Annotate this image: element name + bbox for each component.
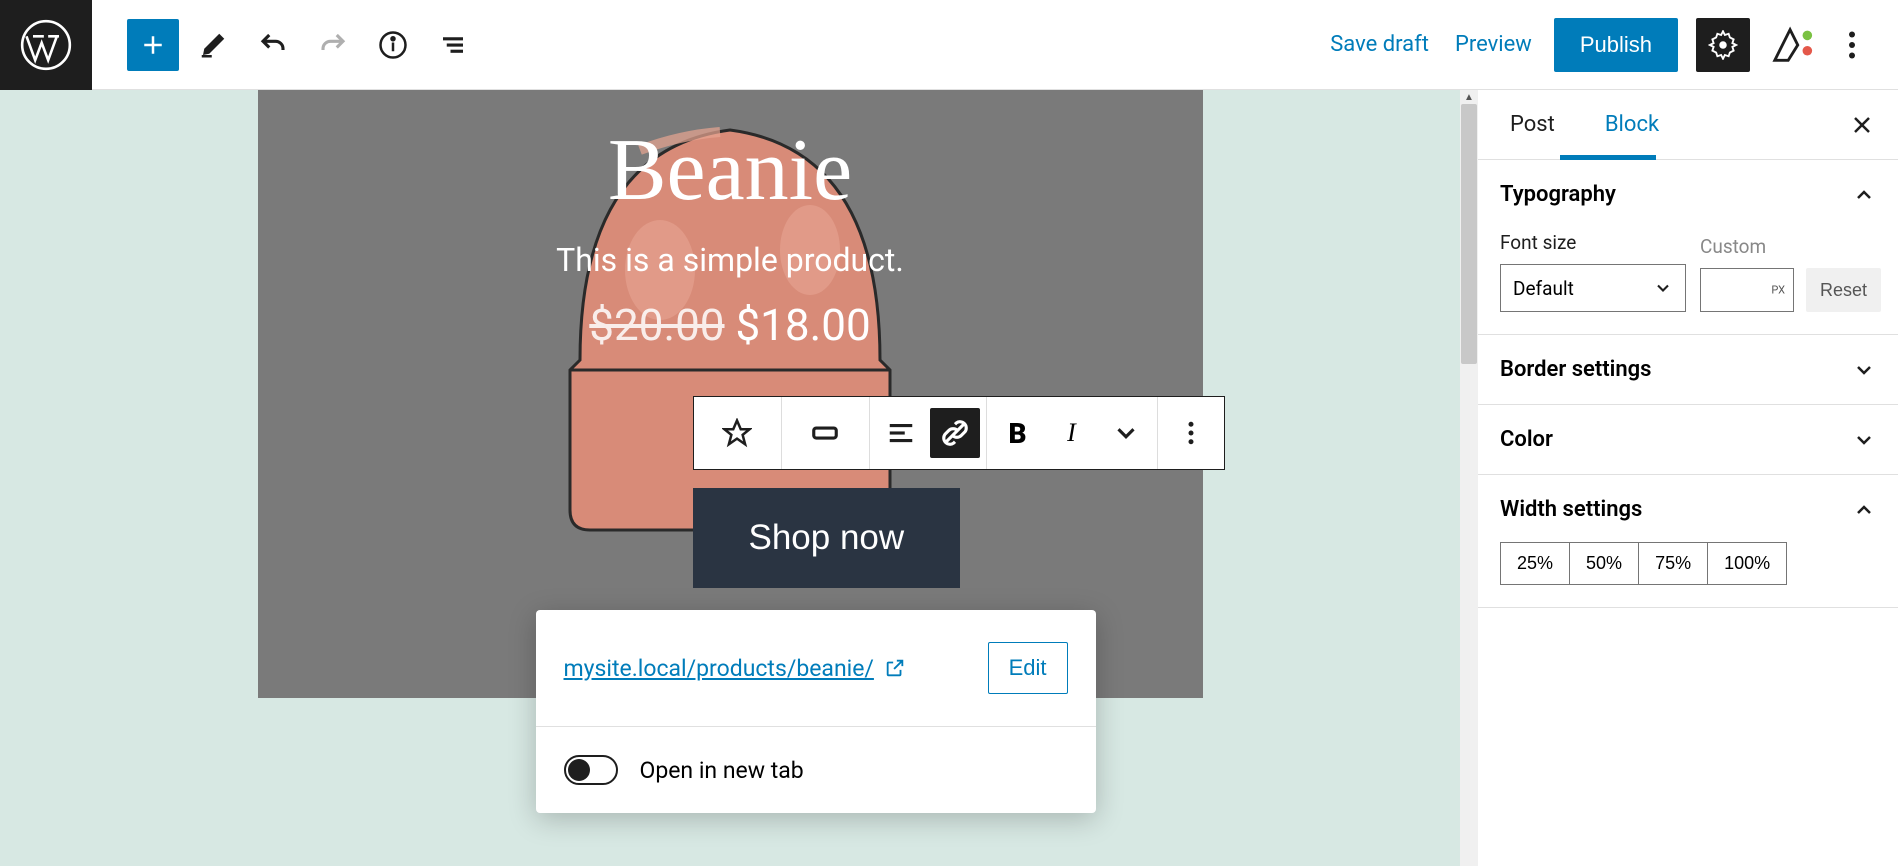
chevron-up-icon [1852,183,1876,207]
custom-size-input[interactable]: PX [1700,268,1794,312]
width-panel-toggle[interactable]: Width settings [1500,497,1876,522]
align-button[interactable] [876,408,926,458]
open-new-tab-label: Open in new tab [640,757,804,784]
publish-button[interactable]: Publish [1554,18,1678,72]
link-button[interactable] [930,408,980,458]
link-url[interactable]: mysite.local/products/beanie/ [564,655,906,682]
tab-block[interactable]: Block [1595,112,1669,137]
link-popover: mysite.local/products/beanie/ Edit Open … [536,610,1096,813]
product-description: This is a simple product. [258,241,1203,279]
color-panel-toggle[interactable]: Color [1500,427,1876,452]
width-25[interactable]: 25% [1500,542,1570,585]
chevron-down-icon [1852,358,1876,382]
custom-label: Custom [1700,235,1881,258]
favorite-icon[interactable] [712,408,762,458]
tab-post[interactable]: Post [1500,112,1565,137]
redo-button[interactable] [307,19,359,71]
width-50[interactable]: 50% [1569,542,1639,585]
chevron-down-icon [1852,428,1876,452]
undo-button[interactable] [247,19,299,71]
add-block-button[interactable] [127,19,179,71]
font-size-select[interactable]: Default [1500,264,1686,312]
button-block-icon[interactable] [800,408,850,458]
preview-button[interactable]: Preview [1451,22,1536,67]
edit-link-button[interactable]: Edit [988,642,1068,694]
yoast-icon[interactable] [1768,21,1816,69]
external-link-icon [884,657,906,679]
width-100[interactable]: 100% [1707,542,1787,585]
open-new-tab-toggle[interactable] [564,755,618,785]
scrollbar[interactable]: ▲ [1460,90,1478,866]
product-price: $20.00 $18.00 [258,299,1203,351]
more-options-button[interactable] [1834,27,1870,63]
shop-now-button[interactable]: Shop now [693,488,961,588]
chevron-up-icon [1852,498,1876,522]
settings-sidebar: Post Block Typography Font size Default [1478,90,1898,866]
block-toolbar: B I [693,396,1225,470]
border-panel-toggle[interactable]: Border settings [1500,357,1876,382]
list-view-button[interactable] [427,19,479,71]
product-title: Beanie [258,120,1203,221]
bold-button[interactable]: B [993,408,1043,458]
edit-mode-button[interactable] [187,19,239,71]
settings-button[interactable] [1696,18,1750,72]
font-size-label: Font size [1500,231,1686,254]
save-draft-button[interactable]: Save draft [1326,22,1433,67]
italic-button[interactable]: I [1047,408,1097,458]
close-sidebar-button[interactable] [1848,111,1876,139]
wordpress-logo[interactable] [0,0,92,90]
reset-button[interactable]: Reset [1806,268,1881,312]
typography-panel-toggle[interactable]: Typography [1500,182,1876,207]
block-more-button[interactable] [1166,408,1216,458]
editor-canvas: Beanie This is a simple product. $20.00 … [258,90,1203,698]
more-format-button[interactable] [1101,408,1151,458]
width-75[interactable]: 75% [1638,542,1708,585]
info-button[interactable] [367,19,419,71]
